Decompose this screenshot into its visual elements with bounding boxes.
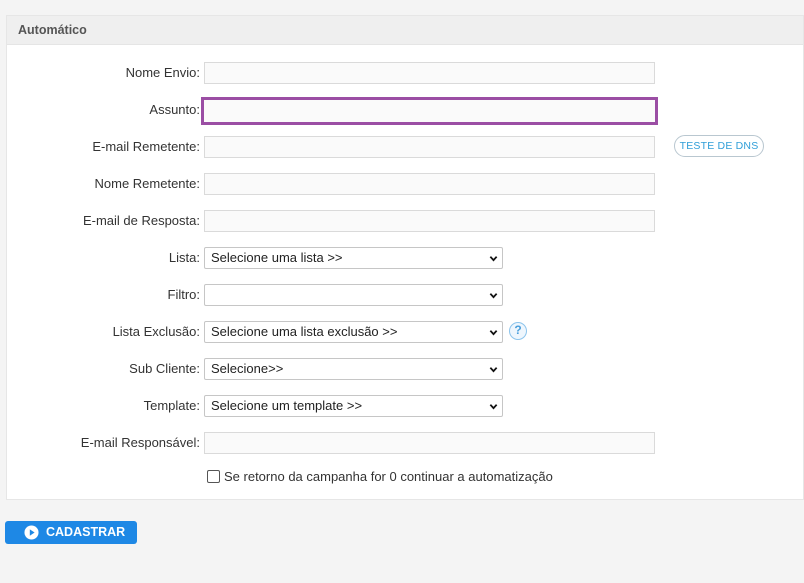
cadastrar-button[interactable]: CADASTRAR	[5, 521, 137, 544]
lista-exclusao-label: Lista Exclusão:	[112, 324, 200, 339]
email-remetente-input[interactable]	[204, 136, 655, 158]
row-assunto: Assunto:	[7, 97, 797, 125]
lista-exclusao-select-value: Selecione uma lista exclusão >>	[211, 324, 398, 339]
row-lista-exclusao: Lista Exclusão: Selecione uma lista excl…	[7, 321, 797, 343]
sub-cliente-label: Sub Cliente:	[129, 361, 200, 376]
panel-title: Automático	[7, 16, 803, 45]
filtro-label: Filtro:	[167, 287, 201, 302]
chevron-down-icon	[489, 367, 498, 373]
chevron-down-icon	[489, 404, 498, 410]
chevron-down-icon	[489, 293, 498, 299]
lista-exclusao-select[interactable]: Selecione uma lista exclusão >>	[204, 321, 503, 343]
email-responsavel-input[interactable]	[204, 432, 655, 454]
help-icon[interactable]: ?	[509, 322, 527, 340]
sub-cliente-select-value: Selecione>>	[211, 361, 284, 376]
email-resposta-input[interactable]	[204, 210, 655, 232]
automatico-panel: Automático Nome Envio: Assunto: E-mail R…	[6, 15, 804, 500]
chevron-down-icon	[489, 330, 498, 336]
assunto-input[interactable]	[201, 97, 658, 125]
lista-label: Lista:	[168, 250, 200, 265]
nome-remetente-label: Nome Remetente:	[94, 176, 201, 191]
nome-remetente-input[interactable]	[204, 173, 655, 195]
play-circle-icon	[24, 525, 39, 540]
continuar-automatizacao-checkbox[interactable]	[207, 470, 220, 483]
nome-envio-input[interactable]	[204, 62, 655, 84]
row-filtro: Filtro:	[7, 284, 797, 306]
row-lista: Lista: Selecione uma lista >>	[7, 247, 797, 269]
sub-cliente-select[interactable]: Selecione>>	[204, 358, 503, 380]
nome-envio-label: Nome Envio:	[125, 65, 200, 80]
template-select-value: Selecione um template >>	[211, 398, 363, 413]
assunto-label: Assunto:	[149, 102, 200, 117]
row-sub-cliente: Sub Cliente: Selecione>>	[7, 358, 797, 380]
teste-dns-button[interactable]: TESTE DE DNS	[674, 135, 764, 157]
row-nome-remetente: Nome Remetente:	[7, 173, 797, 195]
row-email-responsavel: E-mail Responsável:	[7, 432, 797, 454]
email-remetente-label: E-mail Remetente:	[92, 139, 200, 154]
lista-select[interactable]: Selecione uma lista >>	[204, 247, 503, 269]
continuar-automatizacao-label: Se retorno da campanha for 0 continuar a…	[224, 469, 553, 484]
filtro-select[interactable]	[204, 284, 503, 306]
cadastrar-label: CADASTRAR	[46, 525, 126, 539]
template-label: Template:	[143, 398, 200, 413]
row-nome-envio: Nome Envio:	[7, 62, 797, 84]
lista-select-value: Selecione uma lista >>	[211, 250, 343, 265]
template-select[interactable]: Selecione um template >>	[204, 395, 503, 417]
row-email-remetente: E-mail Remetente: TESTE DE DNS	[7, 135, 797, 158]
email-responsavel-label: E-mail Responsável:	[80, 435, 200, 450]
row-template: Template: Selecione um template >>	[7, 395, 797, 417]
row-email-resposta: E-mail de Resposta:	[7, 210, 797, 232]
chevron-down-icon	[489, 256, 498, 262]
email-resposta-label: E-mail de Resposta:	[82, 213, 200, 228]
